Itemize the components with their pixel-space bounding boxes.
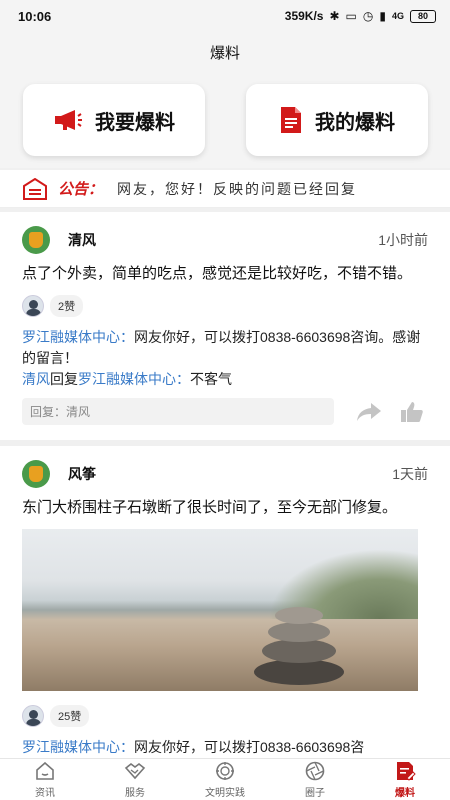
tab-label: 资讯 (35, 788, 55, 799)
post-author[interactable]: 清风 (68, 230, 96, 250)
status-bar: 10:06 359K/s ✱ ▭ ◷ ▮ 4G 80 (0, 0, 450, 32)
avatar[interactable] (22, 460, 50, 488)
comment-list: 罗江融媒体中心：网友你好，可以拨打0838-6603698咨询。感谢的留言！ 清… (22, 327, 428, 390)
comment-text: 网友你好，可以拨打0838-6603698咨 (134, 739, 365, 755)
tab-label: 服务 (125, 788, 145, 799)
tab-label: 文明实践 (205, 788, 245, 799)
my-tips-label: 我的爆料 (315, 111, 395, 134)
liker-avatar (22, 705, 44, 727)
aperture-icon (305, 761, 325, 781)
handshake-icon (124, 762, 146, 780)
post-time: 1小时前 (378, 232, 428, 248)
avatar[interactable] (22, 226, 50, 254)
comment-item: 清风回复罗江融媒体中心：不客气 (22, 369, 428, 390)
image-stone (268, 622, 330, 642)
tab-label: 圈子 (305, 788, 325, 799)
my-tips-button[interactable]: 我的爆料 (246, 84, 428, 156)
image-stone (275, 607, 323, 624)
comment-item: 罗江融媒体中心：网友你好，可以拨打0838-6603698咨询。感谢的留言！ (22, 327, 428, 369)
tab-label: 爆料 (395, 788, 415, 799)
signal-icon: ▮ (379, 9, 386, 23)
comment-text: 不客气 (190, 371, 232, 387)
alarm-icon: ◷ (362, 9, 374, 23)
page-header: 爆料 (0, 32, 450, 72)
like-count: 25赞 (50, 705, 90, 727)
megaphone-icon (55, 110, 82, 130)
reply-row: 回复：清风 (22, 398, 428, 425)
reply-input[interactable]: 回复：清风 (22, 398, 334, 425)
comment-separator: ： (120, 739, 134, 755)
like-count: 2赞 (50, 295, 84, 317)
announcement-text: 网友，您好！反映的问题已经回复 (117, 180, 358, 197)
likes-row: 25赞 (22, 705, 428, 727)
vibrate-icon: ▭ (345, 9, 357, 23)
document-icon (281, 107, 301, 133)
battery-icon: 80 (410, 9, 436, 23)
reply-target[interactable]: 罗江融媒体中心 (78, 371, 176, 387)
network-type: 4G (391, 11, 404, 21)
announcement-label: 公告： (58, 181, 104, 198)
comment-list: 罗江融媒体中心：网友你好，可以拨打0838-6603698咨 (22, 737, 428, 758)
tab-services[interactable]: 服务 (90, 759, 180, 800)
tab-civilization[interactable]: 文明实践 (180, 759, 270, 800)
action-area: 我要爆料 我的爆料 (0, 72, 450, 168)
reply-word: 回复 (50, 371, 78, 387)
status-icons: 359K/s ✱ ▭ ◷ ▮ 4G 80 (285, 9, 436, 23)
post-card: 清风 1小时前 点了个外卖，简单的吃点，感觉还是比较好吃，不错不错。 2赞 罗江… (0, 212, 450, 440)
comment-item: 罗江融媒体中心：网友你好，可以拨打0838-6603698咨 (22, 737, 428, 758)
post-content: 东门大桥围柱子石墩断了很长时间了，至今无部门修复。 (22, 499, 398, 516)
post-header: 清风 1小时前 (22, 212, 428, 258)
comment-separator: ： (176, 371, 190, 387)
announcement-icon (23, 177, 47, 200)
share-icon[interactable] (356, 401, 382, 423)
post-author[interactable]: 风筝 (68, 464, 96, 484)
post-image[interactable] (22, 529, 418, 691)
comment-user[interactable]: 清风 (22, 371, 50, 387)
thumbs-up-icon[interactable] (400, 401, 424, 423)
comment-user[interactable]: 罗江融媒体中心 (22, 329, 120, 345)
tab-news[interactable]: 资讯 (0, 759, 90, 800)
likes-row: 2赞 (22, 295, 428, 317)
edit-doc-icon (397, 762, 416, 781)
tab-tips[interactable]: 爆料 (360, 759, 450, 800)
bottom-tab-bar: 资讯 服务 文明实践 圈子 爆料 (0, 758, 450, 800)
network-speed: 359K/s (284, 9, 324, 23)
submit-tip-button[interactable]: 我要爆料 (23, 84, 205, 156)
image-stone (262, 639, 336, 663)
comment-separator: ： (120, 329, 134, 345)
announcement-bar[interactable]: 公告： 网友，您好！反映的问题已经回复 (0, 170, 450, 208)
post-time: 1天前 (392, 466, 428, 482)
bluetooth-icon: ✱ (329, 9, 340, 23)
status-time: 10:06 (18, 8, 52, 24)
liker-avatar (22, 295, 44, 317)
post-card: 风筝 1天前 东门大桥围柱子石墩断了很长时间了，至今无部门修复。 25赞 罗江融… (0, 446, 450, 758)
post-content: 点了个外卖，简单的吃点，感觉还是比较好吃，不错不错。 (22, 265, 413, 282)
tab-circle[interactable]: 圈子 (270, 759, 360, 800)
post-header: 风筝 1天前 (22, 446, 428, 492)
badge-icon (216, 762, 234, 780)
home-icon (36, 761, 54, 780)
comment-user[interactable]: 罗江融媒体中心 (22, 739, 120, 755)
page-title: 爆料 (209, 44, 240, 62)
submit-tip-label: 我要爆料 (95, 111, 175, 134)
